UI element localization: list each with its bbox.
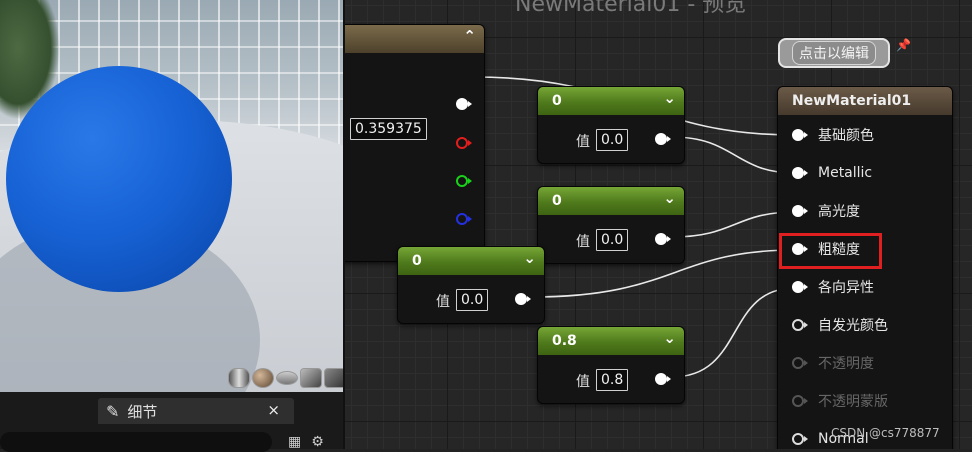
input-pin-disabled	[792, 357, 808, 369]
plane-icon[interactable]	[276, 371, 298, 385]
material-pin-row[interactable]: 基础颜色	[778, 125, 874, 145]
cube-icon[interactable]	[300, 368, 322, 388]
constant-node[interactable]: 0.8 ⌄ 值 0.8	[537, 326, 685, 404]
input-pin-connected[interactable]	[792, 167, 808, 179]
constant-node[interactable]: 0 ⌄ 值 0.0	[537, 86, 685, 164]
material-preview-viewport[interactable]	[0, 0, 343, 392]
chevron-down-icon[interactable]: ⌄	[663, 89, 676, 107]
constant-value-label: 值	[436, 294, 450, 310]
constant-node[interactable]: 0 ⌄ 值 0.0	[537, 186, 685, 264]
input-pin-disabled	[792, 395, 808, 407]
output-pin[interactable]	[655, 233, 671, 245]
constant-node-header[interactable]: 0 ⌄	[538, 187, 684, 215]
input-pin-empty[interactable]	[792, 433, 808, 445]
roughness-highlight-box	[779, 233, 882, 269]
pin-icon[interactable]: 📌	[896, 38, 911, 52]
watermark: CSDN @cs778877	[831, 426, 940, 440]
material-pin-label: 自发光颜色	[818, 318, 888, 334]
close-icon[interactable]: ×	[267, 401, 280, 419]
collapse-icon[interactable]: ⌃	[463, 27, 476, 45]
vector-node-header[interactable]: ⌃	[345, 25, 484, 53]
preview-shape-toolbar	[228, 368, 343, 388]
material-pin-label: 不透明蒙版	[818, 394, 888, 410]
output-pin-b[interactable]	[456, 213, 472, 225]
constant-value-field[interactable]: 0.0	[456, 289, 489, 311]
constant-node-title: 0	[412, 253, 422, 269]
material-pin-row[interactable]: 自发光颜色	[778, 315, 888, 335]
vector-node[interactable]: ⌃ 0.359375	[345, 24, 485, 262]
details-panel: ✎ 细节 × ▦⚙	[0, 392, 343, 452]
pencil-icon: ✎	[106, 401, 120, 421]
input-pin-connected[interactable]	[792, 205, 808, 217]
tab-details-label: 细节	[127, 402, 158, 421]
constant-node-title: 0	[552, 193, 562, 209]
output-pin[interactable]	[655, 133, 671, 145]
output-pin-r[interactable]	[456, 137, 472, 149]
material-pin-row[interactable]: 高光度	[778, 201, 860, 221]
material-pin-label: 各向异性	[818, 280, 874, 296]
material-pin-label: 高光度	[818, 204, 860, 220]
constant-value-label: 值	[576, 134, 590, 150]
sphere-icon[interactable]	[252, 368, 274, 388]
grid-icon[interactable]: ▦	[288, 434, 311, 450]
material-pin-row-disabled: 不透明度	[778, 353, 874, 373]
material-pin-row[interactable]: Metallic	[778, 163, 872, 183]
output-pin[interactable]	[655, 373, 671, 385]
constant-value-label: 值	[576, 374, 590, 390]
constant-value-field[interactable]: 0.0	[596, 129, 629, 151]
comment-bubble[interactable]: 点击以编辑	[778, 38, 890, 68]
vector-value-field[interactable]: 0.359375	[350, 118, 427, 140]
constant-node-header[interactable]: 0 ⌄	[398, 247, 544, 275]
material-node-title: NewMaterial01	[792, 93, 912, 109]
material-pin-label: 基础颜色	[818, 128, 874, 144]
teapot-icon[interactable]	[324, 368, 343, 388]
material-pin-label: Metallic	[818, 165, 873, 181]
constant-node-title: 0.8	[552, 333, 577, 349]
input-pin-connected[interactable]	[792, 129, 808, 141]
input-pin-connected[interactable]	[792, 281, 808, 293]
constant-value-field[interactable]: 0.8	[596, 369, 629, 391]
chevron-down-icon[interactable]: ⌄	[663, 189, 676, 207]
cylinder-icon[interactable]	[228, 368, 250, 388]
input-pin-empty[interactable]	[792, 319, 808, 331]
constant-node[interactable]: 0 ⌄ 值 0.0	[397, 246, 545, 324]
constant-node-header[interactable]: 0 ⌄	[538, 87, 684, 115]
output-pin-g[interactable]	[456, 175, 472, 187]
details-search-input[interactable]	[0, 432, 272, 452]
details-toolbar-icons: ▦⚙	[288, 434, 334, 450]
chevron-down-icon[interactable]: ⌄	[523, 249, 536, 267]
output-pin-rgb[interactable]	[456, 98, 472, 110]
constant-value-label: 值	[576, 234, 590, 250]
constant-node-title: 0	[552, 93, 562, 109]
preview-sphere	[6, 66, 232, 292]
comment-text[interactable]: 点击以编辑	[792, 41, 876, 65]
constant-node-header[interactable]: 0.8 ⌄	[538, 327, 684, 355]
material-graph[interactable]: NewMaterial01 - 预览 ⌃ 0.359375 0 ⌄ 值 0.0 …	[343, 0, 972, 449]
constant-value-field[interactable]: 0.0	[596, 229, 629, 251]
settings-icon[interactable]: ⚙	[311, 434, 334, 450]
material-pin-row[interactable]: 各向异性	[778, 277, 874, 297]
output-pin[interactable]	[515, 293, 531, 305]
chevron-down-icon[interactable]: ⌄	[663, 329, 676, 347]
material-node-header[interactable]: NewMaterial01	[778, 87, 952, 115]
material-pin-row-disabled: 不透明蒙版	[778, 391, 888, 411]
tab-details[interactable]: ✎ 细节 ×	[98, 398, 294, 424]
material-pin-label: 不透明度	[818, 356, 874, 372]
